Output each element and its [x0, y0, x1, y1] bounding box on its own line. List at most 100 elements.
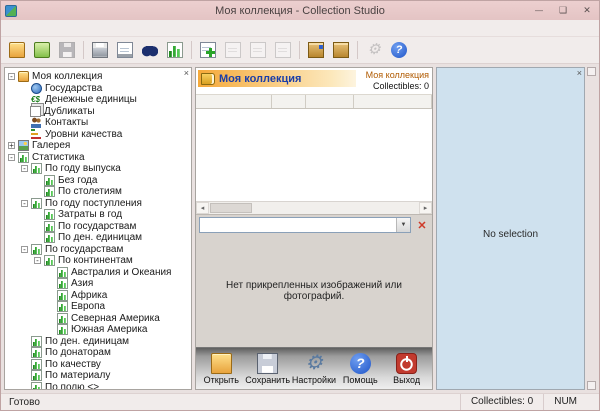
- edit-item-button[interactable]: [221, 39, 245, 62]
- duplicate-item-button[interactable]: [271, 39, 295, 62]
- statistics-button[interactable]: [163, 39, 187, 62]
- tree-item[interactable]: По ден. единицам: [8, 336, 191, 348]
- search-button[interactable]: [138, 39, 162, 62]
- tree-item[interactable]: - По государствам: [8, 244, 191, 256]
- save-button[interactable]: Сохранить: [247, 353, 289, 385]
- help-button[interactable]: [387, 39, 411, 62]
- tree-item[interactable]: Затраты в год: [8, 209, 191, 221]
- new-collection-button[interactable]: [30, 39, 54, 62]
- tree-item[interactable]: Азия: [8, 278, 191, 290]
- exit-button[interactable]: Выход: [386, 353, 428, 385]
- tree-item[interactable]: - Моя коллекция: [8, 71, 191, 83]
- tree-expander-icon[interactable]: [34, 177, 41, 184]
- tree-expander-icon[interactable]: -: [21, 246, 28, 253]
- tree-expander-icon[interactable]: [34, 234, 41, 241]
- tree-item[interactable]: Без года: [8, 175, 191, 187]
- tree-expander-icon[interactable]: [34, 223, 41, 230]
- tree-expander-icon[interactable]: [21, 384, 28, 390]
- tree-item[interactable]: По качеству: [8, 359, 191, 371]
- tree-expander-icon[interactable]: [47, 315, 54, 322]
- tree-expander-icon[interactable]: [47, 292, 54, 299]
- tree-item-label: Галерея: [32, 140, 70, 151]
- tree-expander-icon[interactable]: [21, 349, 28, 356]
- settings-button[interactable]: Настройки: [293, 353, 335, 385]
- tree-item-label: Южная Америка: [71, 324, 147, 335]
- attachment-dropdown[interactable]: [199, 217, 411, 233]
- tree-expander-icon[interactable]: [21, 119, 28, 126]
- tree-item-icon: [57, 301, 68, 312]
- tree-expander-icon[interactable]: [34, 211, 41, 218]
- tree-item[interactable]: Дубликаты: [8, 106, 191, 118]
- tree-item[interactable]: Денежные единицы: [8, 94, 191, 106]
- tree-expander-icon[interactable]: [21, 372, 28, 379]
- tree-item[interactable]: По материалу: [8, 370, 191, 382]
- preview-panel-close-icon[interactable]: [577, 69, 582, 78]
- tree-panel-close-icon[interactable]: [184, 69, 189, 78]
- preview-scrollbar[interactable]: [587, 67, 596, 390]
- tree-item[interactable]: Контакты: [8, 117, 191, 129]
- open-button[interactable]: Открыть: [200, 353, 242, 385]
- tree-expander-icon[interactable]: [34, 188, 41, 195]
- open-collection-button[interactable]: [5, 39, 29, 62]
- save-button[interactable]: [55, 39, 79, 62]
- tree-item[interactable]: По полю <>: [8, 382, 191, 391]
- tree-item[interactable]: Уровни качества: [8, 129, 191, 141]
- tree-expander-icon[interactable]: -: [8, 73, 15, 80]
- toolbar-button-icon: [308, 42, 324, 58]
- settings-button[interactable]: [362, 39, 386, 62]
- tree-expander-icon[interactable]: [47, 280, 54, 287]
- tree-item[interactable]: Африка: [8, 290, 191, 302]
- tree-item[interactable]: Европа: [8, 301, 191, 313]
- titlebar[interactable]: Моя коллекция - Collection Studio: [1, 1, 599, 20]
- tree-expander-icon[interactable]: -: [21, 165, 28, 172]
- export-button[interactable]: [304, 39, 328, 62]
- table-column-header[interactable]: [306, 95, 354, 108]
- tree-item[interactable]: По ден. единицам: [8, 232, 191, 244]
- add-item-button[interactable]: [196, 39, 220, 62]
- tree-item[interactable]: Северная Америка: [8, 313, 191, 325]
- tree-expander-icon[interactable]: [21, 131, 28, 138]
- tree-expander-icon[interactable]: +: [8, 142, 15, 149]
- tree-expander-icon[interactable]: -: [34, 257, 41, 264]
- tree-expander-icon[interactable]: [21, 338, 28, 345]
- help-button[interactable]: Помощь: [339, 353, 381, 385]
- tree-expander-icon[interactable]: [21, 85, 28, 92]
- import-button[interactable]: [329, 39, 353, 62]
- tree-expander-icon[interactable]: [21, 96, 28, 103]
- scrollbar-thumb[interactable]: [210, 203, 252, 213]
- scroll-down-icon[interactable]: [587, 381, 596, 390]
- table-column-header[interactable]: [272, 95, 306, 108]
- delete-item-button[interactable]: [246, 39, 270, 62]
- table-column-header[interactable]: [196, 95, 272, 108]
- tree-expander-icon[interactable]: -: [21, 200, 28, 207]
- tree-expander-icon[interactable]: [47, 326, 54, 333]
- delete-attachment-icon[interactable]: [415, 216, 429, 234]
- tree-item[interactable]: Государства: [8, 83, 191, 95]
- scroll-right-icon[interactable]: [419, 202, 432, 214]
- tree-expander-icon[interactable]: [47, 269, 54, 276]
- scroll-left-icon[interactable]: [196, 202, 209, 214]
- scroll-up-icon[interactable]: [587, 67, 596, 76]
- toolbar-separator: [188, 39, 195, 62]
- tree-item[interactable]: + Галерея: [8, 140, 191, 152]
- tree-item[interactable]: Южная Америка: [8, 324, 191, 336]
- attachments-message: Нет прикрепленных изображений или фотогр…: [196, 235, 432, 347]
- tree-item[interactable]: Австралия и Океания: [8, 267, 191, 279]
- tree-expander-icon[interactable]: -: [8, 154, 15, 161]
- tree-item[interactable]: - По году поступления: [8, 198, 191, 210]
- tree-item[interactable]: - Статистика: [8, 152, 191, 164]
- table-body[interactable]: [196, 109, 432, 201]
- tree-expander-icon[interactable]: [47, 303, 54, 310]
- tree-item[interactable]: - По году выпуска: [8, 163, 191, 175]
- tree-item[interactable]: По донаторам: [8, 347, 191, 359]
- tree-expander-icon[interactable]: [21, 108, 28, 115]
- tree-item[interactable]: По государствам: [8, 221, 191, 233]
- tree-expander-icon[interactable]: [21, 361, 28, 368]
- tree-item[interactable]: По столетиям: [8, 186, 191, 198]
- table-column-header[interactable]: [354, 95, 432, 108]
- print-preview-button[interactable]: [113, 39, 137, 62]
- chevron-down-icon[interactable]: [396, 218, 410, 232]
- print-button[interactable]: [88, 39, 112, 62]
- tree-item-icon: [31, 359, 42, 370]
- tree-item[interactable]: - По континентам: [8, 255, 191, 267]
